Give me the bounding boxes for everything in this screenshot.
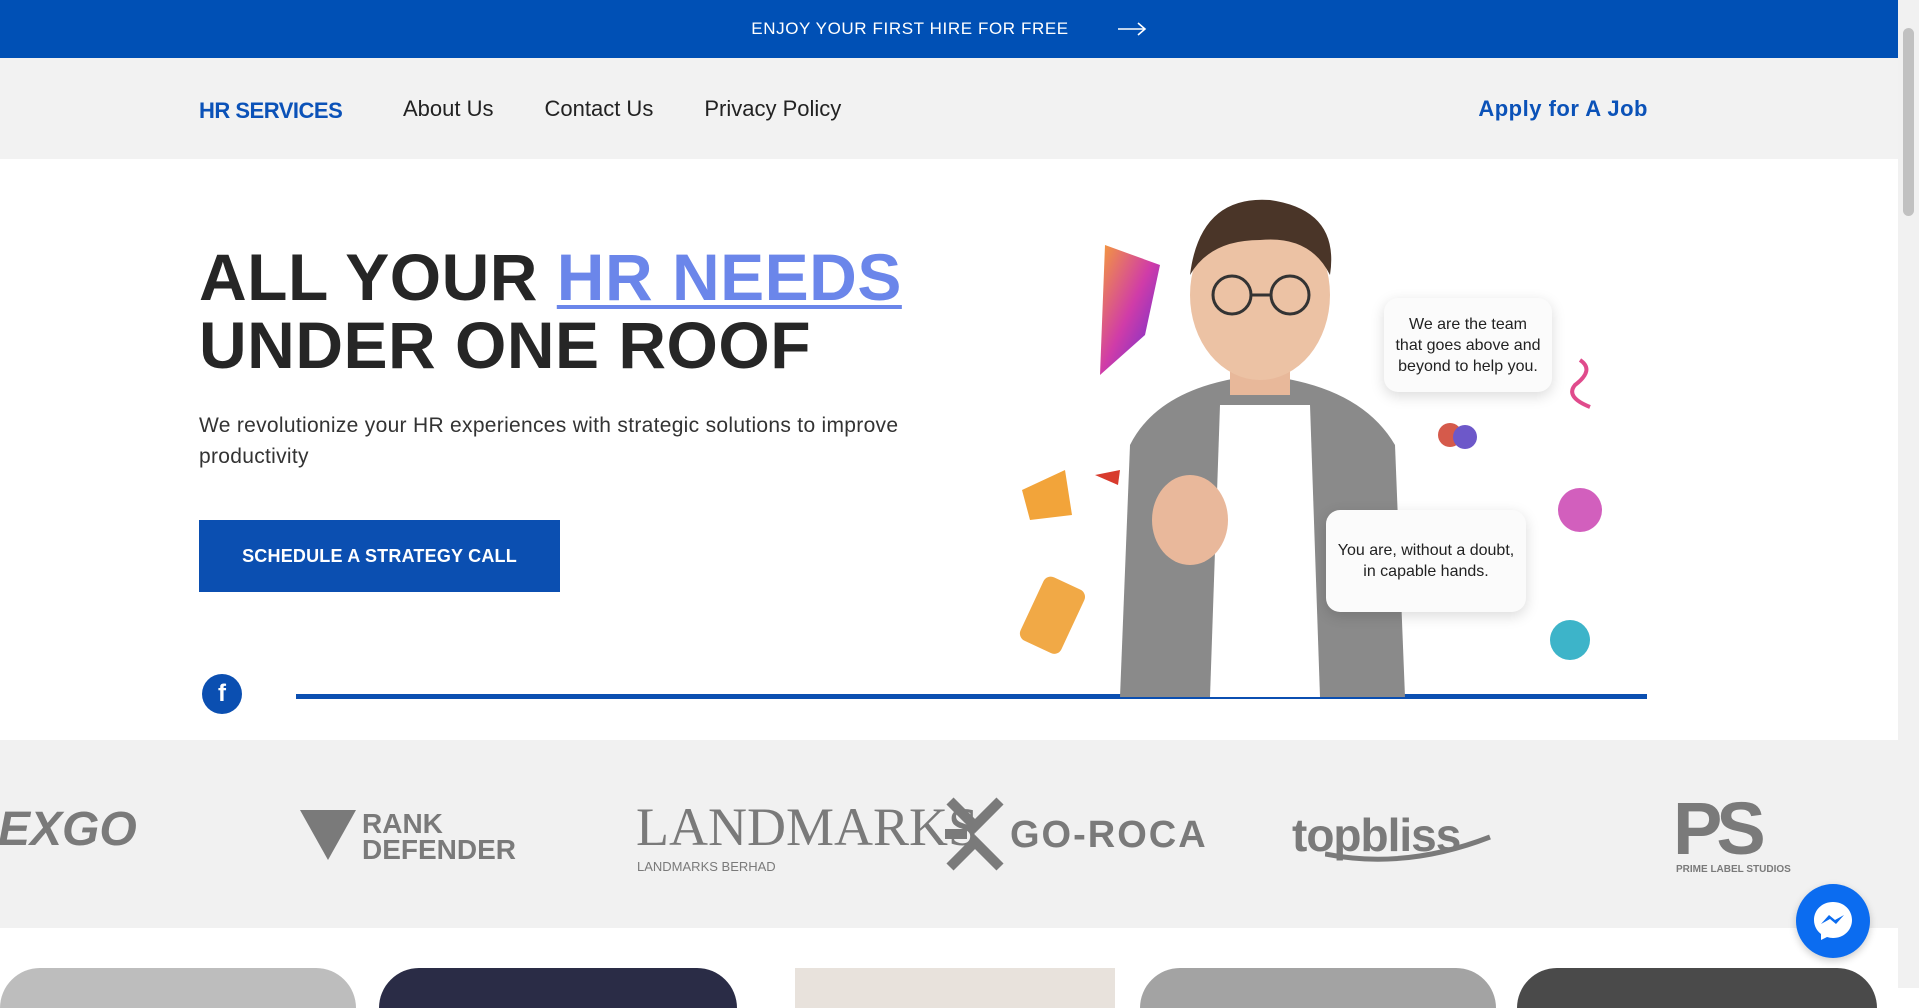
- arrow-right-icon[interactable]: [1117, 21, 1147, 37]
- topbliss-swoosh-icon: [1325, 834, 1491, 862]
- scrollbar-thumb[interactable]: [1903, 28, 1914, 216]
- facebook-icon[interactable]: f: [202, 674, 242, 714]
- rank-defender-text2: DEFENDER: [362, 834, 517, 865]
- messenger-chat-button[interactable]: [1796, 884, 1870, 958]
- promo-bar[interactable]: ENJOY YOUR FIRST HIRE FOR FREE: [0, 0, 1898, 58]
- speech-bubble-team: We are the team that goes above and beyo…: [1384, 298, 1552, 392]
- nav-contact-us[interactable]: Contact Us: [545, 96, 654, 122]
- client-logos: EXGO RANK DEFENDER LANDMARKS LANDMARKS B…: [0, 740, 1898, 928]
- hero-illustration: We are the team that goes above and beyo…: [1010, 185, 1650, 697]
- logo-nexgo: EXGO: [0, 803, 137, 856]
- card-4[interactable]: [1140, 968, 1496, 1008]
- goroca-icon: [945, 797, 1004, 871]
- schedule-call-button[interactable]: SCHEDULE A STRATEGY CALL: [199, 520, 560, 592]
- messenger-icon: [1814, 902, 1852, 940]
- nav-privacy-policy[interactable]: Privacy Policy: [704, 96, 841, 122]
- hero-title-line2: UNDER ONE ROOF: [199, 308, 812, 382]
- logo[interactable]: HR SERVICES: [199, 98, 343, 124]
- logo-prime-label: PS: [1673, 787, 1766, 870]
- hero-title-part1: ALL YOUR: [199, 240, 557, 314]
- logo-landmarks: LANDMARKS: [636, 797, 979, 857]
- hero-subtitle: We revolutionize your HR experiences wit…: [199, 414, 899, 468]
- card-5[interactable]: [1517, 968, 1877, 1008]
- promo-text[interactable]: ENJOY YOUR FIRST HIRE FOR FREE: [751, 19, 1068, 39]
- speech-bubble-capable: You are, without a doubt, in capable han…: [1326, 510, 1526, 612]
- logo-prime-label-sub: PRIME LABEL STUDIOS: [1676, 864, 1791, 875]
- card-1[interactable]: [0, 968, 356, 1008]
- site-header: HR SERVICES About Us Contact Us Privacy …: [0, 58, 1898, 159]
- logo-rank-defender: RANK DEFENDER: [300, 808, 516, 865]
- page-scrollbar[interactable]: [1898, 0, 1919, 988]
- hero-title-highlight: HR NEEDS: [556, 240, 902, 314]
- main-nav: About Us Contact Us Privacy Policy: [403, 96, 841, 122]
- card-3[interactable]: [795, 968, 1115, 1008]
- logo-landmarks-sub: LANDMARKS BERHAD: [637, 859, 776, 874]
- hero-person-image: [1019, 199, 1602, 697]
- logo-goroca: GO-ROCA: [1010, 814, 1208, 856]
- nav-about-us[interactable]: About Us: [403, 96, 494, 122]
- apply-job-link[interactable]: Apply for A Job: [1478, 96, 1648, 122]
- card-2[interactable]: [379, 968, 737, 1008]
- rank-defender-icon: [300, 810, 356, 860]
- hero-title: ALL YOUR HR NEEDS UNDER ONE ROOF: [199, 243, 902, 379]
